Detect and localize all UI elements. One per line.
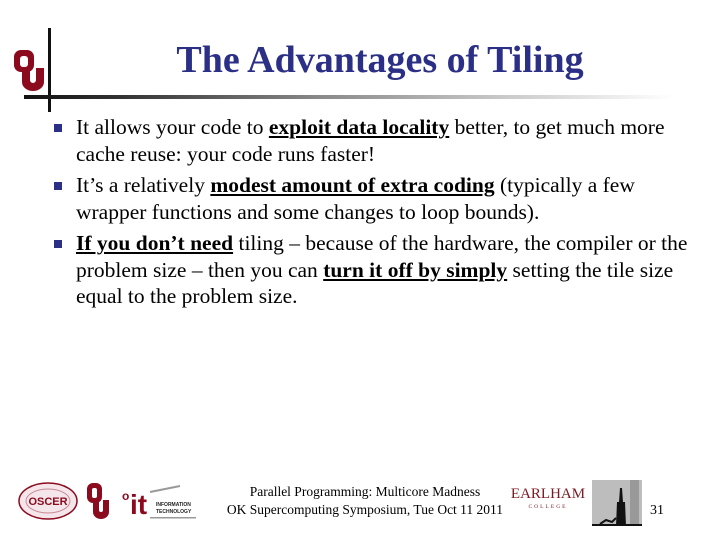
footer-line-1: Parallel Programming: Multicore Madness xyxy=(249,484,481,499)
it-logo-icon: o it INFORMATION TECHNOLOGY xyxy=(122,485,196,520)
footer-line-2: OK Supercomputing Symposium, Tue Oct 11 … xyxy=(226,502,504,517)
bullet-square-icon xyxy=(54,182,62,190)
footer-caption: Parallel Programming: Multicore Madness … xyxy=(210,483,520,519)
bullet-item: If you don’t need tiling – because of th… xyxy=(52,230,692,310)
svg-text:INFORMATION: INFORMATION xyxy=(156,502,191,508)
header-horizontal-rule xyxy=(24,95,674,99)
svg-text:TECHNOLOGY: TECHNOLOGY xyxy=(156,509,192,515)
page-number: 31 xyxy=(650,503,664,518)
svg-text:COLLEGE: COLLEGE xyxy=(528,504,567,510)
bullet-text: It’s a relatively xyxy=(76,173,211,197)
bullet-text: It allows your code to xyxy=(76,115,269,139)
bullet-list: It allows your code to exploit data loca… xyxy=(52,114,692,315)
bullet-emphasis: modest amount of extra coding xyxy=(210,173,495,197)
earlham-logo-icon: EARLHAM COLLEGE xyxy=(511,486,585,510)
bullet-emphasis: exploit data locality xyxy=(268,115,450,139)
oscer-logo-icon: OSCER xyxy=(18,482,78,520)
skyline-image xyxy=(592,480,642,526)
skyline-icon xyxy=(592,480,642,526)
svg-text:OSCER: OSCER xyxy=(28,496,67,508)
bullet-item: It’s a relatively modest amount of extra… xyxy=(52,172,692,225)
svg-text:o: o xyxy=(122,489,129,503)
slide-title: The Advantages of Tiling xyxy=(176,39,584,81)
bullet-emphasis: turn it off by simply xyxy=(323,257,508,282)
ou-footer-logo-icon xyxy=(87,483,109,519)
bullet-square-icon xyxy=(54,240,62,248)
svg-text:it: it xyxy=(130,489,147,520)
svg-text:EARLHAM: EARLHAM xyxy=(511,486,585,502)
bullet-emphasis: If you don’t need xyxy=(76,231,234,255)
bullet-square-icon xyxy=(54,124,62,132)
bullet-item: It allows your code to exploit data loca… xyxy=(52,114,692,167)
